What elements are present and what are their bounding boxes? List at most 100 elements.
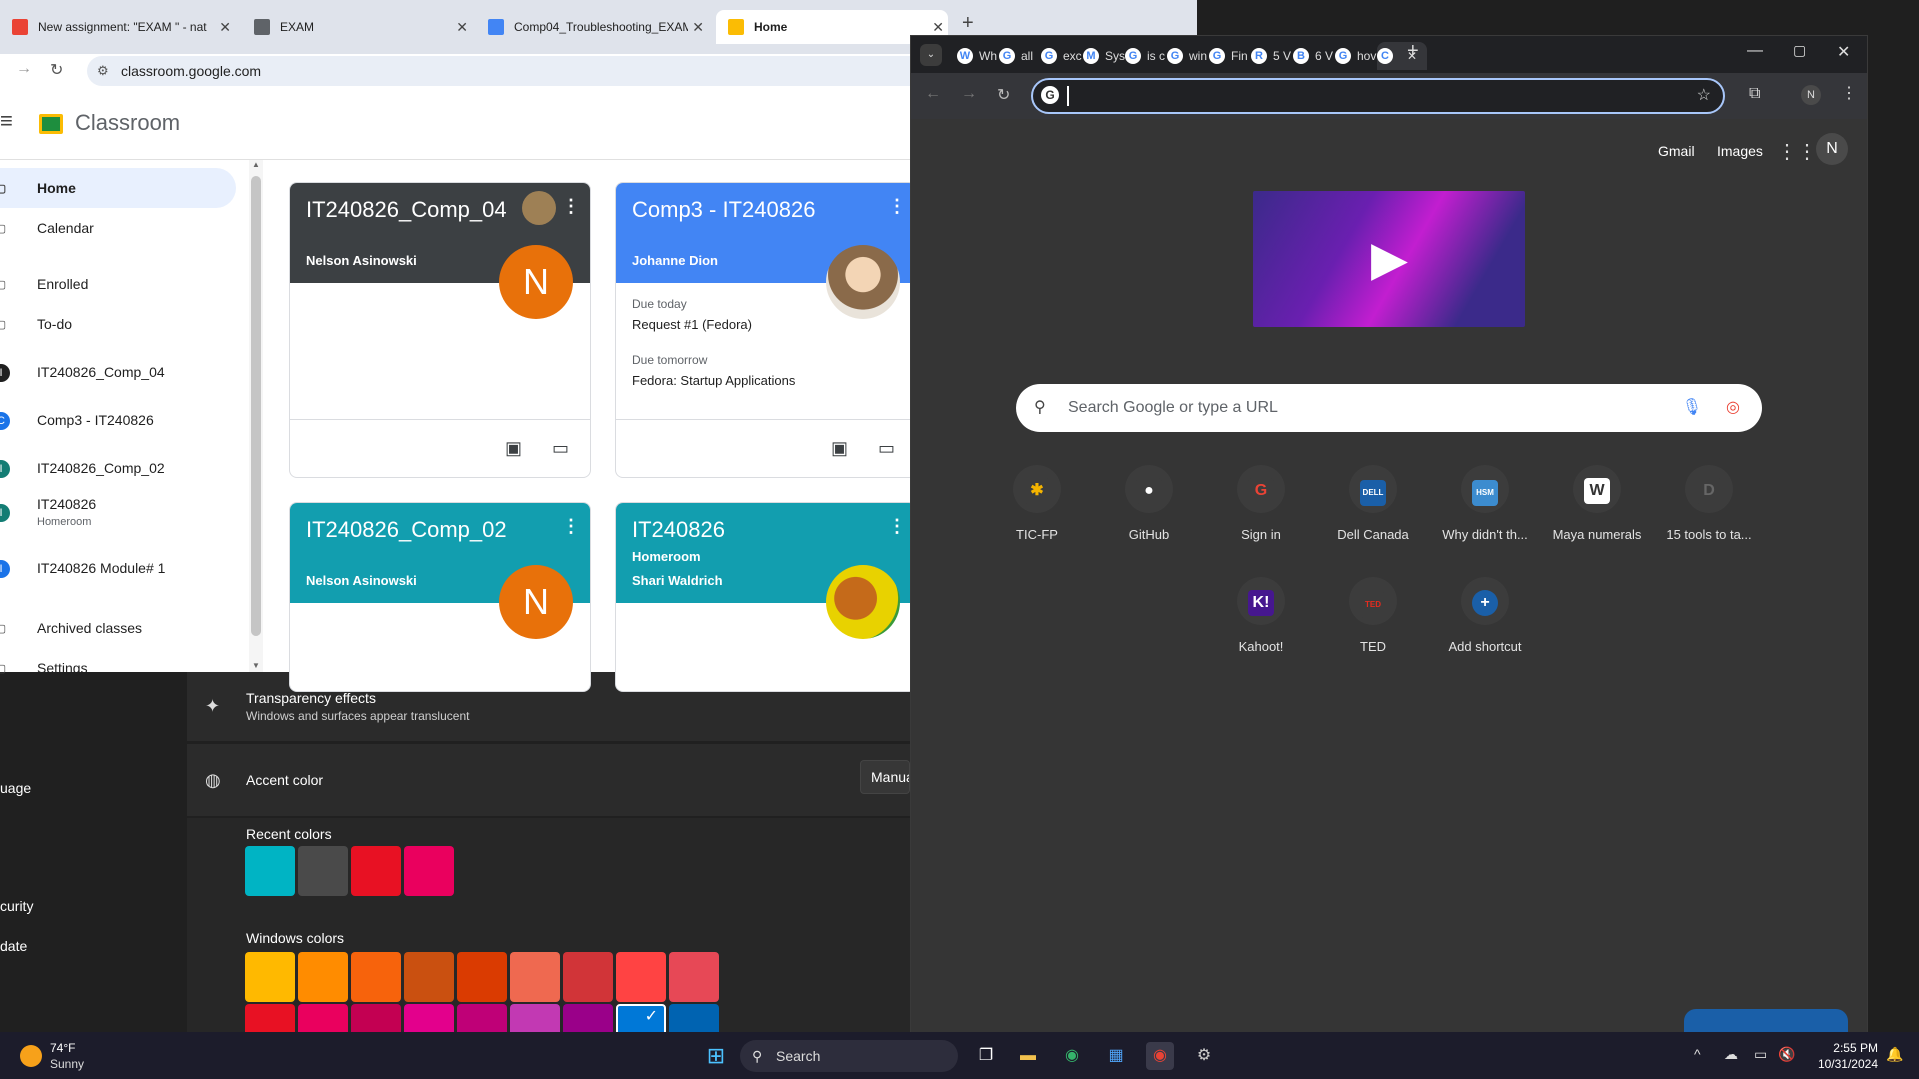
class-card[interactable]: IT240826_Comp_04 Nelson Asinowski ⋮ N ▣ …: [289, 182, 591, 478]
shortcut-tile[interactable]: ✱ TIC-FP: [981, 461, 1093, 565]
onedrive-icon[interactable]: ☁: [1724, 1046, 1738, 1063]
weather-text[interactable]: Sunny: [50, 1057, 84, 1071]
browser-tab[interactable]: G Fin: [1209, 42, 1251, 70]
scrollbar-thumb[interactable]: [251, 176, 261, 636]
sidebar-item[interactable]: ▢ Enrolled: [0, 264, 236, 304]
sidebar-item[interactable]: C Comp3 - IT240826: [0, 400, 236, 440]
sidebar-item[interactable]: ▢ Calendar: [0, 208, 236, 248]
recent-color-swatch[interactable]: [351, 846, 401, 896]
settings-nav-update[interactable]: date: [0, 938, 27, 954]
assignment-icon[interactable]: ▣: [831, 438, 848, 459]
sidebar-item[interactable]: I IT240826 Homeroom: [0, 492, 236, 532]
windows-color-swatch[interactable]: [404, 952, 454, 1002]
browser-tab[interactable]: W Wh: [957, 42, 999, 70]
tab-exam[interactable]: EXAM ✕: [242, 10, 472, 44]
network-icon[interactable]: ▭: [1754, 1046, 1767, 1063]
browser-tab[interactable]: B 6 V: [1293, 42, 1335, 70]
forward-icon[interactable]: →: [961, 85, 977, 103]
app-title[interactable]: Classroom: [75, 110, 180, 136]
weather-sun-icon[interactable]: [20, 1045, 42, 1067]
scroll-down-icon[interactable]: ▼: [252, 661, 260, 670]
settings-nav-language[interactable]: uage: [0, 780, 31, 796]
close-tab-icon[interactable]: ✕: [688, 10, 704, 44]
sidebar-item[interactable]: I IT240826_Comp_04: [0, 352, 236, 392]
customize-chrome-button[interactable]: [1684, 1009, 1848, 1033]
reload-icon[interactable]: ↻: [997, 85, 1010, 105]
menu-icon[interactable]: ≡: [0, 108, 13, 134]
scroll-up-icon[interactable]: ▲: [252, 160, 260, 169]
extensions-icon[interactable]: ⧉: [1749, 85, 1760, 103]
browser-tab[interactable]: R 5 V: [1251, 42, 1293, 70]
back-icon[interactable]: ←: [925, 85, 941, 103]
browser-tab[interactable]: Ghov: [1335, 42, 1377, 70]
taskbar-search[interactable]: ⚲ Search: [740, 1040, 958, 1072]
close-window-icon[interactable]: ✕: [1837, 42, 1850, 62]
new-tab-icon[interactable]: +: [962, 12, 974, 35]
volume-muted-icon[interactable]: 🔇: [1778, 1046, 1795, 1063]
forward-icon[interactable]: →: [16, 60, 32, 78]
profile-avatar[interactable]: N: [1801, 85, 1821, 105]
class-title[interactable]: IT240826_Comp_04: [306, 197, 507, 223]
profile-avatar[interactable]: N: [1816, 133, 1848, 165]
folder-icon[interactable]: ▭: [878, 438, 895, 459]
shortcut-tile[interactable]: HSM Why didn't th...: [1429, 461, 1541, 565]
shortcut-tile[interactable]: + Add shortcut: [1429, 573, 1541, 677]
browser-tab[interactable]: Gexc: [1041, 42, 1083, 70]
sidebar-item[interactable]: ▢ Settings: [0, 648, 236, 688]
images-link[interactable]: Images: [1717, 143, 1763, 159]
edge-icon[interactable]: ◉: [1058, 1042, 1086, 1070]
class-card[interactable]: IT240826_Comp_02 Nelson Asinowski ⋮ N: [289, 502, 591, 692]
maximize-icon[interactable]: ▢: [1793, 42, 1806, 59]
sidebar-item[interactable]: I IT240826 Module# 1: [0, 548, 236, 588]
settings-nav-security[interactable]: curity: [0, 898, 33, 914]
tab-gmail[interactable]: New assignment: "EXAM " - nat ✕: [0, 10, 235, 44]
chevron-up-icon[interactable]: ^: [1694, 1046, 1701, 1062]
shortcut-tile[interactable]: ● GitHub: [1093, 461, 1205, 565]
close-tab-icon[interactable]: ✕: [219, 10, 231, 44]
task-view-icon[interactable]: ❐: [972, 1042, 1000, 1070]
chrome-icon[interactable]: ◉: [1146, 1042, 1174, 1070]
due-tomorrow-item[interactable]: Fedora: Startup Applications: [632, 373, 795, 388]
windows-color-swatch[interactable]: [298, 952, 348, 1002]
more-options-icon[interactable]: ⋮: [562, 197, 580, 215]
accent-color-row[interactable]: ◍ Accent color Manual: [187, 744, 910, 816]
sidebar-item[interactable]: I IT240826_Comp_02: [0, 448, 236, 488]
reload-icon[interactable]: ↻: [50, 60, 63, 80]
tab-search-icon[interactable]: ⌄: [920, 44, 942, 66]
shortcut-tile[interactable]: W Maya numerals: [1541, 461, 1653, 565]
sidebar-scrollbar[interactable]: ▲ ▼: [249, 160, 263, 672]
folder-icon[interactable]: ▭: [552, 438, 569, 459]
lens-search-icon[interactable]: ◎: [1726, 384, 1740, 432]
tab-docs[interactable]: Comp04_Troubleshooting_EXAM ✕: [476, 10, 708, 44]
clock-time[interactable]: 2:55 PM: [1818, 1041, 1878, 1055]
recent-color-swatch[interactable]: [245, 846, 295, 896]
more-options-icon[interactable]: ⋮: [562, 517, 580, 535]
start-windows-icon[interactable]: ⊞: [702, 1042, 730, 1070]
class-title[interactable]: IT240826_Comp_02: [306, 517, 507, 543]
new-tab-icon[interactable]: +: [1407, 40, 1419, 63]
browser-tab[interactable]: C ✕: [1377, 42, 1427, 70]
clock-date[interactable]: 10/31/2024: [1808, 1057, 1878, 1071]
file-explorer-icon[interactable]: ▬: [1014, 1042, 1042, 1070]
notification-bell-icon[interactable]: 🔔: [1886, 1046, 1903, 1063]
shortcut-tile[interactable]: TED TED: [1317, 573, 1429, 677]
sidebar-item[interactable]: ▢ Archived classes: [0, 608, 236, 648]
browser-tab[interactable]: M Sys: [1083, 42, 1125, 70]
due-today-item[interactable]: Request #1 (Fedora): [632, 317, 752, 332]
browser-tab[interactable]: Gis c: [1125, 42, 1167, 70]
windows-color-swatch[interactable]: [245, 952, 295, 1002]
close-tab-icon[interactable]: ✕: [456, 10, 468, 44]
google-search-box[interactable]: ⚲ Search Google or type a URL 🎙 ◎: [1016, 384, 1762, 432]
site-info-icon[interactable]: ⚙: [97, 56, 109, 86]
shortcut-tile[interactable]: K! Kahoot!: [1205, 573, 1317, 677]
gmail-link[interactable]: Gmail: [1658, 143, 1695, 159]
address-bar[interactable]: G ☆: [1031, 78, 1725, 114]
class-title[interactable]: Comp3 - IT240826: [632, 197, 815, 223]
browser-tab[interactable]: Gwin: [1167, 42, 1209, 70]
windows-color-swatch[interactable]: [563, 952, 613, 1002]
windows-color-swatch[interactable]: [616, 952, 666, 1002]
accent-mode-dropdown[interactable]: Manual: [860, 760, 910, 794]
more-options-icon[interactable]: ⋮: [888, 517, 906, 535]
class-card[interactable]: IT240826 Homeroom Shari Waldrich ⋮: [615, 502, 917, 692]
class-card[interactable]: Comp3 - IT240826 Johanne Dion ⋮ Due toda…: [615, 182, 917, 478]
